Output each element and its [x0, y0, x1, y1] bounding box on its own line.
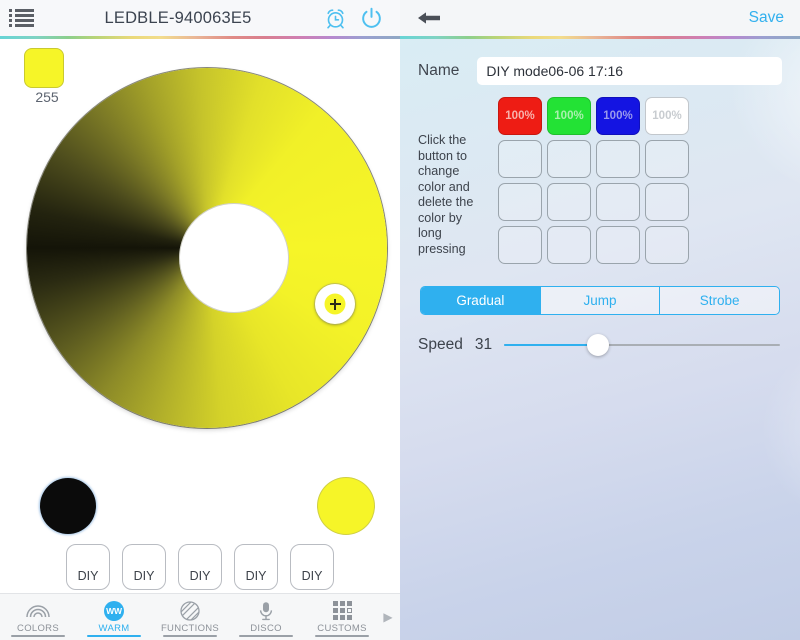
left-screen: LEDBLE-940063E5 255 DIY DIY DIY DIY DIY … — [0, 0, 400, 640]
speed-slider[interactable] — [504, 333, 780, 357]
bright-preview-circle[interactable] — [318, 478, 374, 534]
speed-label: Speed — [418, 336, 463, 353]
color-cell-8[interactable] — [645, 140, 689, 178]
color-wheel-area — [0, 58, 400, 438]
tab-underline-customs — [314, 634, 370, 637]
right-screen: Save Name Click the button to change col… — [400, 0, 800, 640]
color-cell-10[interactable] — [547, 183, 591, 221]
slider-fill — [504, 343, 598, 347]
speed-value: 31 — [474, 336, 493, 353]
color-cell-16[interactable] — [645, 226, 689, 264]
slider-thumb[interactable] — [586, 334, 609, 356]
speed-row: Speed 31 — [400, 315, 800, 357]
power-icon[interactable] — [359, 6, 384, 31]
tab-warm[interactable]: WW WARM — [76, 594, 152, 640]
hint-text: Click the button to change color and del… — [418, 133, 474, 256]
color-cell-15[interactable] — [596, 226, 640, 264]
tab-colors[interactable]: COLORS — [0, 594, 76, 640]
tab-customs[interactable]: CUSTOMS — [304, 594, 380, 640]
preview-circle-row — [0, 470, 400, 542]
color-grid: 100% 100% 100% 100% — [498, 97, 689, 264]
color-cell-5[interactable] — [498, 140, 542, 178]
tab-label-warm: WARM — [98, 622, 130, 634]
color-cell-4[interactable]: 100% — [645, 97, 689, 135]
tab-label-customs: CUSTOMS — [317, 622, 367, 634]
color-cell-6[interactable] — [547, 140, 591, 178]
app-root: LEDBLE-940063E5 255 DIY DIY DIY DIY DIY … — [0, 0, 800, 640]
color-cell-12[interactable] — [645, 183, 689, 221]
right-header: Save — [400, 0, 800, 36]
color-cell-3[interactable]: 100% — [596, 97, 640, 135]
back-arrow-icon[interactable] — [416, 10, 442, 26]
bottom-tab-bar: COLORS WW WARM FUNCTIONS DISCO CUSTOMS ▶ — [0, 593, 400, 640]
diy-button-1[interactable]: DIY — [66, 544, 110, 590]
device-title: LEDBLE-940063E5 — [104, 8, 252, 27]
color-cell-7[interactable] — [596, 140, 640, 178]
segment-jump[interactable]: Jump — [540, 287, 661, 314]
save-button[interactable]: Save — [749, 9, 784, 27]
name-label: Name — [418, 62, 460, 79]
tab-underline-disco — [238, 634, 294, 637]
tab-disco[interactable]: DISCO — [228, 594, 304, 640]
name-input[interactable] — [477, 57, 782, 85]
alarm-clock-icon[interactable] — [324, 7, 347, 30]
left-header: LEDBLE-940063E5 — [0, 0, 400, 36]
striped-circle-icon — [180, 600, 200, 621]
diy-button-4[interactable]: DIY — [234, 544, 278, 590]
color-cell-1[interactable]: 100% — [498, 97, 542, 135]
segment-gradual[interactable]: Gradual — [421, 287, 541, 314]
dark-preview-circle[interactable] — [40, 478, 96, 534]
mode-segmented-control: Gradual Jump Strobe — [420, 286, 780, 315]
color-grid-section: Click the button to change color and del… — [400, 85, 800, 264]
color-cell-14[interactable] — [547, 226, 591, 264]
tab-label-functions: FUNCTIONS — [160, 622, 220, 634]
color-cell-13[interactable] — [498, 226, 542, 264]
color-picker-handle[interactable] — [315, 284, 355, 324]
color-cell-2[interactable]: 100% — [547, 97, 591, 135]
crosshair-icon — [329, 298, 341, 310]
microphone-icon — [258, 601, 274, 621]
diy-button-5[interactable]: DIY — [290, 544, 334, 590]
tab-underline-functions — [162, 634, 218, 637]
diy-button-3[interactable]: DIY — [178, 544, 222, 590]
color-cell-11[interactable] — [596, 183, 640, 221]
tab-label-disco: DISCO — [250, 622, 282, 634]
diy-button-2[interactable]: DIY — [122, 544, 166, 590]
tab-label-colors: COLORS — [17, 622, 59, 634]
rainbow-divider-left — [0, 36, 400, 39]
rainbow-arc-icon — [25, 601, 51, 621]
chevron-right-icon[interactable]: ▶ — [380, 610, 400, 624]
color-wheel[interactable] — [27, 68, 387, 428]
color-cell-9[interactable] — [498, 183, 542, 221]
tab-underline-warm — [86, 634, 142, 637]
header-icons — [324, 6, 400, 31]
name-row: Name — [400, 39, 800, 85]
grid-icon — [332, 601, 352, 621]
tab-functions[interactable]: FUNCTIONS — [152, 594, 228, 640]
diy-button-row: DIY DIY DIY DIY DIY — [0, 544, 400, 590]
tab-underline-colors — [10, 634, 66, 637]
color-wheel-center — [179, 203, 289, 313]
ww-circle-icon: WW — [104, 600, 124, 621]
segment-strobe[interactable]: Strobe — [660, 287, 779, 314]
